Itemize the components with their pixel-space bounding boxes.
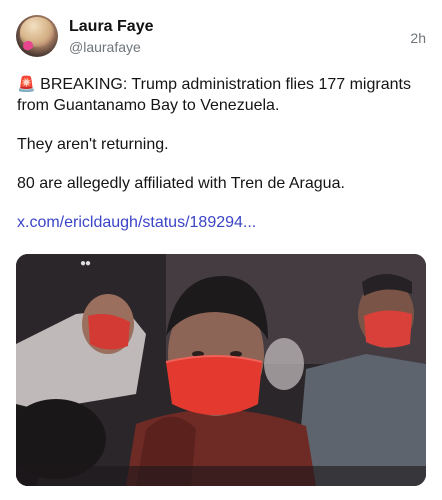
post-line-returning: They aren't returning. <box>17 136 169 153</box>
post-line-affiliated: 80 are allegedly affiliated with Tren de… <box>17 175 345 192</box>
post-link[interactable]: x.com/ericldaugh/status/189294... <box>17 212 428 233</box>
author-handle[interactable]: @laurafaye <box>69 39 141 55</box>
post-line-breaking: 🚨 BREAKING: Trump administration flies 1… <box>17 74 428 116</box>
avatar[interactable] <box>16 15 58 57</box>
post-body: 🚨 BREAKING: Trump administration flies 1… <box>17 74 428 233</box>
post-timestamp[interactable]: 2h <box>410 30 426 46</box>
background-hand <box>264 338 304 390</box>
author-display-name[interactable]: Laura Faye <box>69 18 153 36</box>
right-person-mask <box>364 310 412 348</box>
post-card[interactable]: Laura Faye @laurafaye 2h 🚨 BREAKING: Tru… <box>0 0 442 500</box>
post-media-image[interactable]: ●● <box>16 254 426 486</box>
camera-indicator-icon: ●● <box>80 258 91 269</box>
left-person-mask <box>88 314 130 350</box>
center-person-mask <box>166 356 262 415</box>
siren-icon: 🚨 <box>17 76 36 93</box>
post-text-breaking: BREAKING: Trump administration flies 177… <box>17 76 411 114</box>
media-illustration <box>16 254 426 486</box>
media-bottom-shadow <box>16 466 426 486</box>
